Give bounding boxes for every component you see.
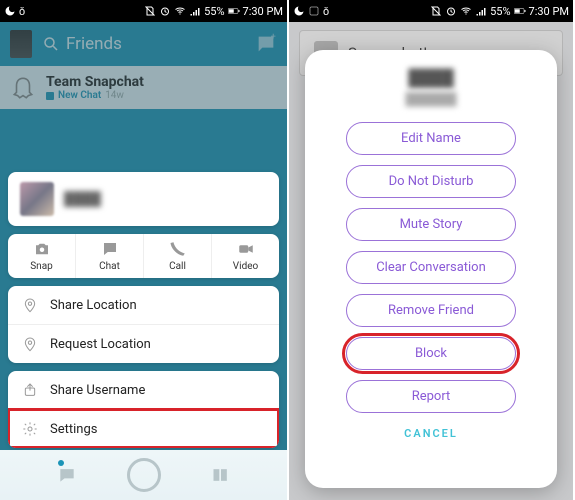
wifi-icon [460, 5, 472, 17]
moon-icon [293, 5, 305, 17]
chat-nav-icon[interactable] [57, 465, 77, 485]
report-label: Report [412, 389, 451, 404]
block-button[interactable]: Block [346, 337, 516, 370]
video-button[interactable]: Video [211, 234, 279, 278]
location-pin-icon [22, 336, 38, 352]
block-label: Block [415, 346, 447, 361]
snap-label: Snap [30, 261, 53, 272]
video-icon [237, 240, 255, 258]
share-username-label: Share Username [50, 383, 145, 398]
quick-actions-card: Snap Chat Call Video [8, 234, 279, 278]
capture-button[interactable] [127, 458, 161, 492]
cancel-label: CANCEL [404, 427, 458, 440]
edit-name-button[interactable]: Edit Name [346, 122, 516, 155]
chat-button[interactable]: Chat [75, 234, 143, 278]
battery-icon [228, 5, 240, 17]
share-location-item[interactable]: Share Location [8, 286, 279, 324]
do-not-disturb-button[interactable]: Do Not Disturb [346, 165, 516, 198]
request-location-item[interactable]: Request Location [8, 324, 279, 363]
clock-text: 7:30 PM [243, 5, 283, 18]
edit-name-label: Edit Name [401, 131, 461, 146]
battery-pct: 55% [204, 5, 224, 18]
alarm-icon [445, 5, 457, 17]
profile-card[interactable]: ████ [8, 172, 279, 226]
share-username-item[interactable]: Share Username [8, 371, 279, 409]
settings-item[interactable]: Settings [8, 409, 279, 448]
chat-icon [101, 240, 119, 258]
status-glyph: ǒ [323, 5, 329, 18]
status-glyph: ǒ [19, 5, 25, 18]
chat-label: Chat [99, 261, 120, 272]
right-screenshot: ǒ 55% 7:30 PM Screenshot! ████ ██████ Ed… [287, 0, 573, 500]
camera-icon [33, 240, 51, 258]
dnd-label: Do Not Disturb [389, 174, 474, 189]
no-sim-icon [144, 5, 156, 17]
action-sheet: ████ Snap Chat Call Video Shar [8, 172, 279, 448]
request-location-label: Request Location [50, 337, 151, 352]
alarm-icon [159, 5, 171, 17]
screenshot-indicator-icon [308, 5, 320, 17]
mute-story-button[interactable]: Mute Story [346, 208, 516, 241]
share-icon [22, 382, 38, 398]
bottom-nav [0, 450, 287, 500]
modal-username-blurred: ██████ [405, 92, 456, 106]
call-label: Call [169, 261, 186, 272]
snap-button[interactable]: Snap [8, 234, 75, 278]
clear-conversation-button[interactable]: Clear Conversation [346, 251, 516, 284]
friend-settings-modal: ████ ██████ Edit Name Do Not Disturb Mut… [305, 50, 557, 488]
moon-icon [4, 5, 16, 17]
signal-icon [475, 5, 487, 17]
gear-icon [22, 421, 38, 437]
battery-icon [514, 5, 526, 17]
location-pin-icon [22, 297, 38, 313]
profile-thumbnail [20, 182, 54, 216]
share-location-label: Share Location [50, 298, 137, 313]
stories-nav-icon[interactable] [211, 465, 231, 485]
report-button[interactable]: Report [346, 380, 516, 413]
battery-pct: 55% [490, 5, 510, 18]
clear-label: Clear Conversation [376, 260, 486, 275]
modal-name-blurred: ████ [408, 68, 453, 88]
wifi-icon [174, 5, 186, 17]
no-sim-icon [430, 5, 442, 17]
remove-label: Remove Friend [388, 303, 474, 318]
profile-name-blurred: ████ [64, 191, 101, 207]
settings-label: Settings [50, 422, 97, 437]
location-card: Share Location Request Location [8, 286, 279, 363]
remove-friend-button[interactable]: Remove Friend [346, 294, 516, 327]
clock-text: 7:30 PM [529, 5, 569, 18]
cancel-button[interactable]: CANCEL [404, 427, 458, 440]
phone-icon [169, 240, 187, 258]
signal-icon [189, 5, 201, 17]
status-bar: ǒ 55% 7:30 PM [289, 0, 573, 22]
left-screenshot: ǒ 55% 7:30 PM Friends + Team Snapchat Ne… [0, 0, 287, 500]
notification-dot [58, 460, 64, 466]
more-card: Share Username Settings [8, 371, 279, 448]
status-bar: ǒ 55% 7:30 PM [0, 0, 287, 22]
call-button[interactable]: Call [143, 234, 211, 278]
video-label: Video [233, 261, 258, 272]
mute-label: Mute Story [400, 217, 463, 232]
